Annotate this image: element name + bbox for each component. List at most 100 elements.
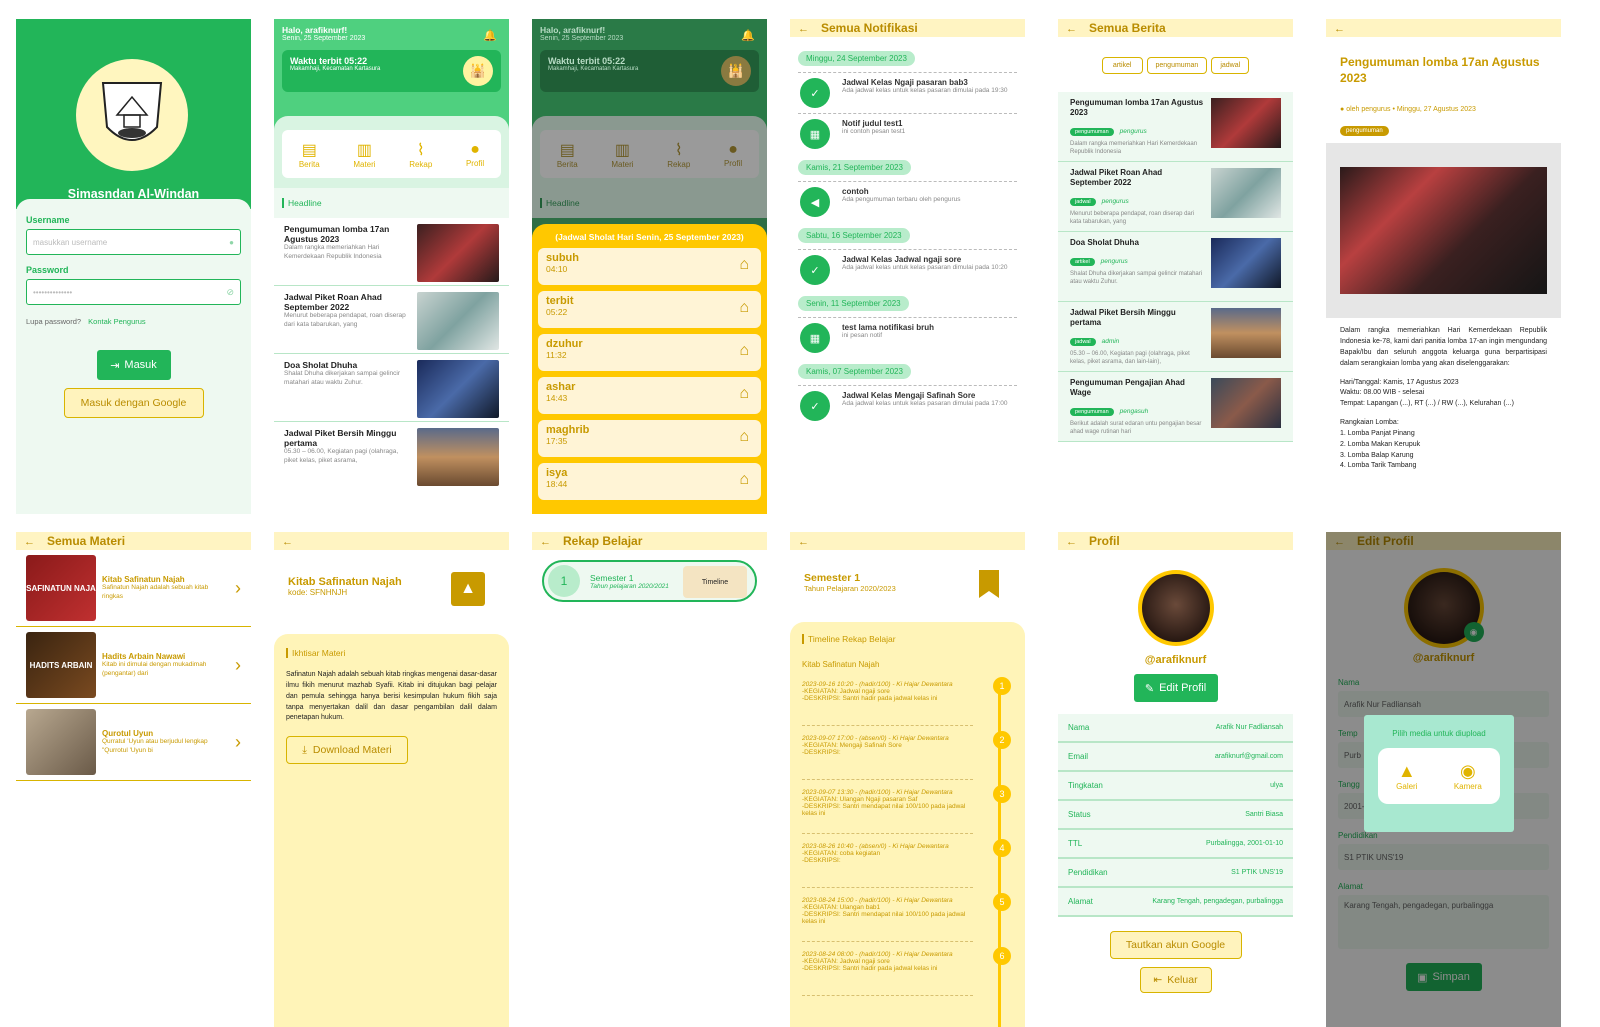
notif-item[interactable]: ✓ Jadwal Kelas Mengaji Safinah Sore Ada ja… bbox=[798, 385, 1017, 426]
logout-button[interactable]: ⇤ Keluar bbox=[1139, 967, 1212, 993]
prayer-row: maghrib 17:35 ⌂ bbox=[538, 420, 761, 457]
materi-cover: SAFINATUN NAJA bbox=[26, 555, 96, 621]
back-arrow-icon[interactable]: ← bbox=[798, 23, 809, 35]
bookmark-icon[interactable] bbox=[979, 570, 999, 598]
menu-label: Rekap bbox=[409, 159, 433, 169]
username-field[interactable]: masukkan username ● bbox=[26, 229, 241, 255]
back-arrow-icon[interactable]: ← bbox=[1066, 536, 1077, 548]
notif-item[interactable]: ◀ contoh Ada pengumuman terbaru oleh pengu… bbox=[798, 181, 1017, 222]
body-paragraph: Dalam rangka memeriahkan Hari Kemerdekaa… bbox=[1340, 327, 1547, 367]
profile-row: Alamat Karang Tengah, pengadegan, purbali… bbox=[1058, 888, 1293, 917]
edit-profile-button[interactable]: ✎ Edit Profil bbox=[1133, 674, 1218, 702]
berita-thumb bbox=[1211, 168, 1281, 218]
page-title: Semua Notifikasi bbox=[821, 21, 918, 35]
eye-off-icon[interactable]: ⊘ bbox=[226, 287, 234, 298]
news-item[interactable]: Pengumuman lomba 17an Agustus 2023 Dalam … bbox=[274, 218, 509, 286]
back-arrow-icon[interactable]: ← bbox=[1066, 23, 1077, 35]
prayer-header: (Jadwal Sholat Hari Senin, 25 September … bbox=[555, 232, 744, 242]
notif-item[interactable]: ✓ Jadwal Kelas Ngaji pasaran bab3 Ada jadw… bbox=[798, 72, 1017, 113]
menu-profil[interactable]: ● Profil bbox=[466, 141, 484, 168]
notif-item[interactable]: ▦ test lama notifikasi bruh ini pesan noti… bbox=[798, 317, 1017, 358]
berita-item[interactable]: Jadwal Piket Roan Ahad September 2022 jad… bbox=[1058, 162, 1293, 232]
chip-jadwal[interactable]: jadwal bbox=[1211, 57, 1250, 74]
article-meta: ● oleh pengurus • Minggu, 27 Agustus 202… bbox=[1340, 106, 1547, 113]
camera-icon: ◉ bbox=[1459, 761, 1476, 781]
news-item[interactable]: Jadwal Piket Roan Ahad September 2022 Men… bbox=[274, 286, 509, 354]
berita-item[interactable]: Doa Sholat Dhuha artikel pengurus Shalat Dh… bbox=[1058, 232, 1293, 302]
menu-bar: ▤ Berita ▥ Materi ⌇ Rekap ● Profil bbox=[540, 130, 759, 178]
back-arrow-icon[interactable]: ← bbox=[1334, 23, 1345, 35]
back-arrow-icon[interactable]: ← bbox=[24, 536, 35, 548]
password-field[interactable]: •••••••••••••• ⊘ bbox=[26, 279, 241, 305]
materi-item[interactable]: Qurotul Uyun Qurratul 'Uyun atau berjudul… bbox=[16, 704, 251, 781]
back-arrow-icon[interactable]: ← bbox=[282, 536, 293, 548]
timeline-button[interactable]: Timeline bbox=[683, 566, 747, 598]
timeline-sheet: Timeline Rekap Belajar Kitab Safinatun N… bbox=[790, 622, 1025, 1027]
berita-author: pengurus bbox=[1100, 258, 1128, 265]
news-item[interactable]: Doa Sholat Dhuha Shalat Dhuha dikerjakan … bbox=[274, 354, 509, 422]
timeline-list: 2023-09-16 10:20 - (hadir/100) - Ki Haja… bbox=[802, 675, 1013, 996]
menu-rekap[interactable]: ⌇ Rekap bbox=[409, 140, 432, 169]
materi-title: Qurotul Uyun bbox=[102, 728, 154, 738]
sunrise-card: Waktu terbit 05:22 Makamhaji, Kecamatan … bbox=[282, 50, 501, 92]
berita-item[interactable]: Jadwal Piket Bersih Minggu pertama jadwal… bbox=[1058, 302, 1293, 372]
menu-materi[interactable]: ▥ Materi bbox=[353, 140, 375, 169]
back-arrow-icon[interactable]: ← bbox=[540, 536, 551, 548]
materi-item[interactable]: HADITS ARBAIN Hadits Arbain Nawawi Kitab i… bbox=[16, 627, 251, 704]
back-arrow-icon[interactable]: ← bbox=[798, 536, 809, 548]
appbar: ← Rekap Belajar bbox=[532, 532, 767, 550]
menu-label: Materi bbox=[611, 159, 634, 169]
google-login-button[interactable]: Masuk dengan Google bbox=[63, 388, 204, 418]
body-line: Tempat: Lapangan (...), RT (...) / RW (.… bbox=[1340, 400, 1514, 408]
entry-deskripsi: -DESKRIPSI: Santri hadir pada jadwal kel… bbox=[802, 965, 938, 972]
entry-kegiatan: -KEGIATAN: Jadwal ngaji sore bbox=[802, 958, 890, 965]
notif-item[interactable]: ▦ Notif judul test1 ini contoh pesan test1 bbox=[798, 113, 1017, 154]
profile-value: Santri Biasa bbox=[1245, 811, 1283, 818]
berita-desc: Dalam rangka memeriahkan Hari Kemerdekaa… bbox=[1070, 141, 1198, 156]
notif-item[interactable]: ✓ Jadwal Kelas Jadwal ngaji sore Ada jadwa… bbox=[798, 249, 1017, 290]
entry-kegiatan: -KEGIATAN: Ulangan bab1 bbox=[802, 904, 881, 911]
notif-desc: ini pesan notif bbox=[842, 332, 883, 339]
contact-link[interactable]: Kontak Pengurus bbox=[88, 317, 146, 326]
kitab-title: Kitab Safinatun Najah bbox=[802, 660, 880, 669]
headline-text: Headline bbox=[282, 198, 322, 208]
berita-screen: ← Semua Berita artikel pengumuman jadwal … bbox=[1058, 19, 1293, 514]
prayer-name: ashar bbox=[546, 381, 576, 393]
materi-item[interactable]: SAFINATUN NAJA Kitab Safinatun Najah Safin… bbox=[16, 550, 251, 627]
login-button[interactable]: ⇥ Masuk bbox=[96, 350, 171, 380]
chip-pengumuman[interactable]: pengumuman bbox=[1146, 57, 1208, 74]
calendar-icon: ▦ bbox=[800, 323, 830, 353]
menu-bar: ▤ Berita ▥ Materi ⌇ Rekap ● Profil bbox=[282, 130, 501, 178]
profile-label: Email bbox=[1068, 752, 1089, 761]
book-icon: ▥ bbox=[614, 141, 631, 159]
galeri-option[interactable]: ▲ Galeri bbox=[1396, 761, 1417, 791]
bell-icon[interactable]: 🔔 bbox=[483, 29, 497, 42]
download-button[interactable]: ⤓ Download Materi bbox=[286, 736, 408, 765]
berita-item[interactable]: Pengumuman Pengajian Ahad Wage pengumuman… bbox=[1058, 372, 1293, 442]
newspaper-icon: ▤ bbox=[301, 141, 317, 159]
prayer-row: terbit 05:22 ⌂ bbox=[538, 291, 761, 328]
berita-desc: Berikut adalah surat edaran untu pengaji… bbox=[1070, 421, 1202, 436]
kamera-option[interactable]: ◉ Kamera bbox=[1454, 761, 1482, 791]
galeri-label: Galeri bbox=[1396, 782, 1418, 791]
mosque-icon: ⌂ bbox=[739, 342, 749, 359]
image-icon: ▲ bbox=[1397, 761, 1416, 781]
profile-row: TTL Purbalingga, 2001-01-10 bbox=[1058, 830, 1293, 859]
chevron-right-icon[interactable]: › bbox=[235, 655, 241, 676]
chevron-right-icon[interactable]: › bbox=[235, 732, 241, 753]
berita-item[interactable]: Pengumuman lomba 17an Agustus 2023 pengum… bbox=[1058, 92, 1293, 162]
news-title: Pengumuman lomba 17an Agustus 2023 bbox=[284, 224, 390, 244]
entry-head: 2023-09-16 10:20 - (hadir/100) - Ki Haja… bbox=[802, 681, 953, 688]
semester-card[interactable]: 1 Semester 1 Tahun pelajaran 2020/2021 T… bbox=[542, 560, 757, 602]
link-google-button[interactable]: Tautkan akun Google bbox=[1109, 931, 1242, 959]
profile-value: Arafik Nur Fadliansah bbox=[1215, 724, 1283, 731]
mosque-icon: ⌂ bbox=[739, 256, 749, 273]
menu-berita[interactable]: ▤ Berita bbox=[299, 140, 320, 169]
news-thumb bbox=[417, 360, 499, 418]
berita-author: admin bbox=[1101, 338, 1120, 345]
chip-artikel[interactable]: artikel bbox=[1101, 57, 1143, 74]
chevron-right-icon[interactable]: › bbox=[235, 578, 241, 599]
body-line: Hari/Tanggal: Kamis, 17 Agustus 2023 bbox=[1340, 378, 1459, 386]
news-item[interactable]: Jadwal Piket Bersih Minggu pertama 05.30 … bbox=[274, 422, 509, 490]
entry-head: 2023-08-24 08:00 - (hadir/100) - Ki Haja… bbox=[802, 951, 953, 958]
